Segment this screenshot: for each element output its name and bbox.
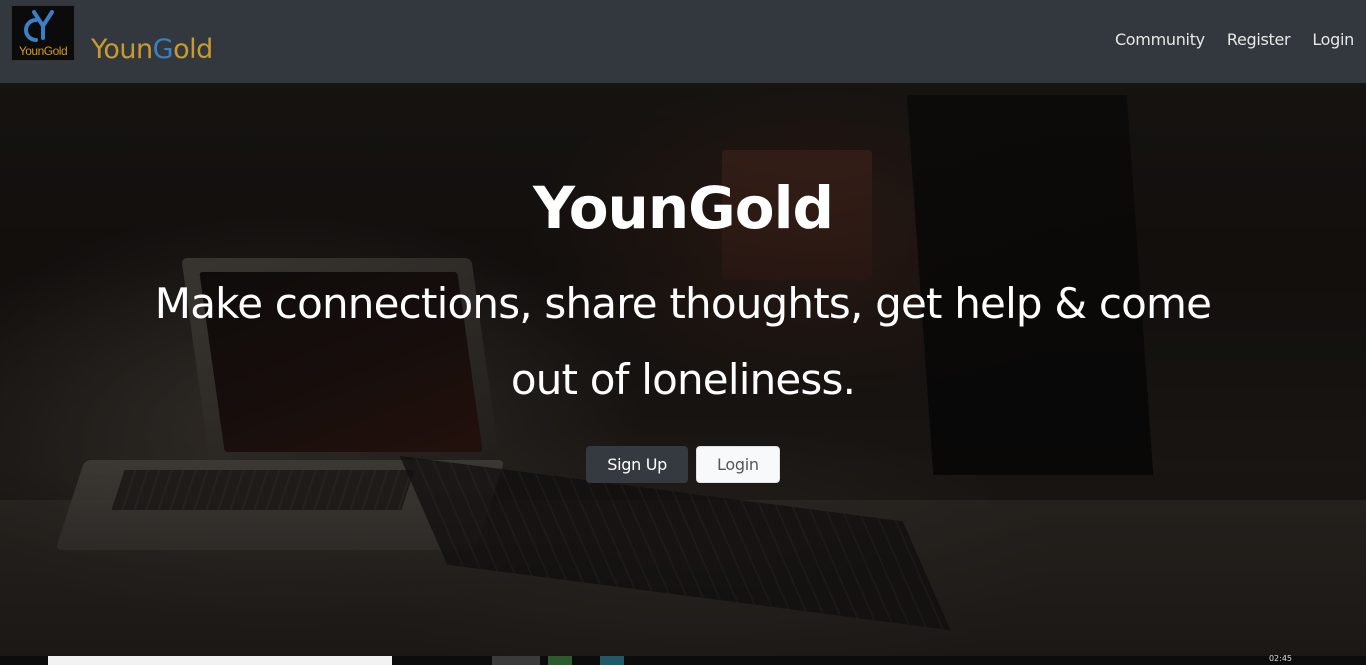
nav-link-login[interactable]: Login — [1312, 29, 1354, 51]
login-button[interactable]: Login — [696, 446, 780, 483]
logo-mark-icon — [24, 10, 54, 42]
nav-link-register[interactable]: Register — [1227, 29, 1291, 51]
taskbar-app-icon[interactable] — [600, 656, 624, 665]
hero-tagline: Make connections, share thoughts, get he… — [154, 279, 1212, 404]
taskbar-search-box[interactable] — [48, 656, 392, 665]
brand-name[interactable]: YounGold — [91, 30, 213, 70]
os-taskbar: 02:45 — [0, 654, 1366, 665]
brand-logo-text: YounGold — [18, 44, 68, 58]
brand-name-highlight: G — [152, 34, 174, 65]
brand-name-part1: Youn — [91, 34, 153, 65]
nav-link-community[interactable]: Community — [1115, 29, 1205, 51]
taskbar-app-icon[interactable] — [492, 656, 540, 665]
nav-links: Community Register Login — [1115, 29, 1354, 51]
hero-buttons: Sign Up Login — [0, 446, 1366, 483]
page: YounGold YounGold Community Register Log… — [0, 0, 1366, 665]
taskbar-app-icon[interactable] — [548, 656, 572, 665]
signup-button[interactable]: Sign Up — [586, 446, 689, 483]
brand-name-part2: old — [173, 34, 213, 65]
navbar: YounGold YounGold Community Register Log… — [0, 0, 1366, 83]
hero-title: YounGold — [533, 174, 834, 242]
brand-logo[interactable]: YounGold — [11, 5, 75, 61]
taskbar-clock: 02:45 — [1268, 654, 1292, 663]
